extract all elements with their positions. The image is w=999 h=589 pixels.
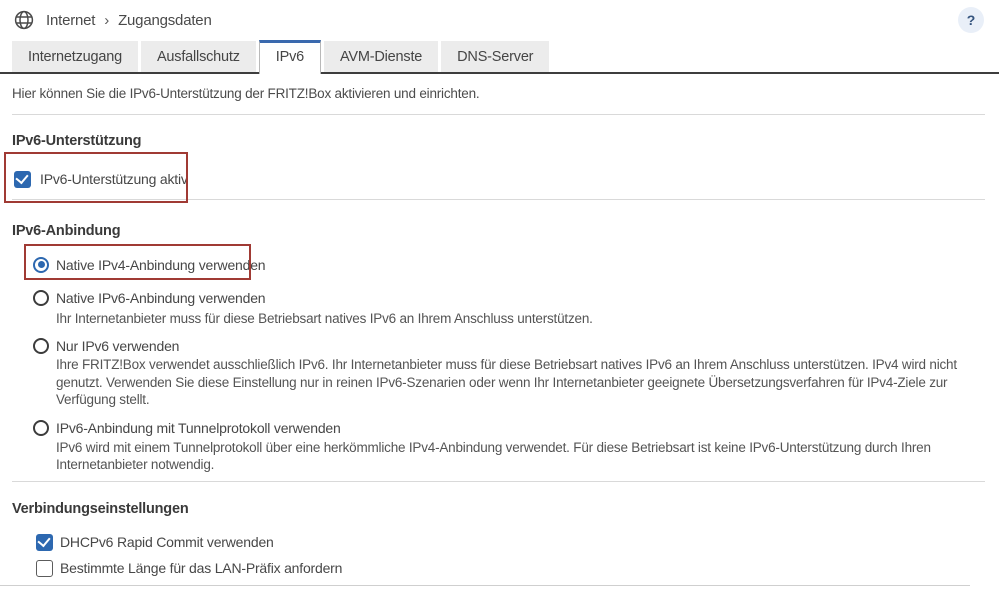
- breadcrumb-internet[interactable]: Internet: [46, 12, 95, 29]
- section-title-connection-settings: Verbindungseinstellungen: [12, 501, 189, 518]
- tunnel-description: IPv6 wird mit einem Tunnelprotokoll über…: [56, 439, 931, 473]
- content-area: Hier können Sie die IPv6-Unterstützung d…: [0, 85, 999, 589]
- lan-prefix-length-checkbox[interactable]: [36, 559, 53, 577]
- tunnel-radio[interactable]: [33, 420, 49, 437]
- native-ipv4-radio-label[interactable]: Native IPv4-Anbindung verwenden: [56, 257, 266, 273]
- ipv6-active-checkbox-row[interactable]: IPv6-Unterstützung aktiv: [14, 170, 985, 188]
- help-button[interactable]: ?: [958, 7, 984, 33]
- tunnel-radio-label[interactable]: IPv6-Anbindung mit Tunnelprotokoll verwe…: [56, 420, 341, 436]
- breadcrumb-zugangsdaten[interactable]: Zugangsdaten: [118, 12, 212, 29]
- lan-prefix-length-label[interactable]: Bestimmte Länge für das LAN-Präfix anfor…: [60, 560, 342, 576]
- radio-row-native-ipv4[interactable]: Native IPv4-Anbindung verwenden: [33, 256, 985, 273]
- native-ipv4-radio[interactable]: [33, 256, 49, 273]
- ipv6-active-checkbox-label[interactable]: IPv6-Unterstützung aktiv: [40, 171, 188, 187]
- intro-text: Hier können Sie die IPv6-Unterstützung d…: [12, 86, 480, 101]
- tab-avm-dienste[interactable]: AVM-Dienste: [324, 41, 439, 72]
- tab-internetzugang[interactable]: Internetzugang: [12, 41, 138, 72]
- section-ipv6-support: IPv6-Unterstützung IPv6-Unterstützung ak…: [12, 134, 985, 188]
- breadcrumb: Internet › Zugangsdaten: [46, 12, 212, 29]
- breadcrumb-separator-icon: ›: [104, 11, 110, 29]
- native-ipv6-radio-label[interactable]: Native IPv6-Anbindung verwenden: [56, 290, 266, 306]
- dhcpv6-rapid-commit-label[interactable]: DHCPv6 Rapid Commit verwenden: [60, 534, 274, 550]
- divider: [12, 199, 985, 200]
- native-ipv6-description: Ihr Internetanbieter muss für diese Betr…: [56, 311, 593, 326]
- fritzbox-settings-page: Internet › Zugangsdaten ? Internetzugang…: [0, 0, 999, 589]
- divider: [12, 114, 985, 115]
- divider: [12, 481, 985, 483]
- globe-icon: [14, 10, 34, 30]
- radio-row-only-ipv6[interactable]: Nur IPv6 verwenden: [33, 337, 985, 354]
- ipv6-active-checkbox[interactable]: [14, 170, 31, 188]
- only-ipv6-description: Ihre FRITZ!Box verwendet ausschließlich …: [56, 357, 957, 408]
- dhcpv6-rapid-commit-checkbox[interactable]: [36, 533, 53, 551]
- breadcrumb-bar: Internet › Zugangsdaten ?: [0, 0, 999, 40]
- native-ipv6-radio[interactable]: [33, 289, 49, 306]
- radio-row-tunnel[interactable]: IPv6-Anbindung mit Tunnelprotokoll verwe…: [33, 420, 985, 437]
- section-title-ipv6-connection: IPv6-Anbindung: [12, 223, 121, 239]
- lan-prefix-length-row[interactable]: Bestimmte Länge für das LAN-Präfix anfor…: [36, 559, 985, 577]
- radio-row-native-ipv6[interactable]: Native IPv6-Anbindung verwenden: [33, 289, 985, 306]
- section-title-ipv6-support: IPv6-Unterstützung: [12, 133, 142, 149]
- only-ipv6-radio-label[interactable]: Nur IPv6 verwenden: [56, 338, 179, 354]
- section-connection-settings: Verbindungseinstellungen DHCPv6 Rapid Co…: [12, 502, 985, 589]
- tab-dns-server[interactable]: DNS-Server: [441, 41, 550, 72]
- tab-ipv6[interactable]: IPv6: [258, 40, 322, 74]
- tab-ausfallschutz[interactable]: Ausfallschutz: [140, 41, 256, 72]
- dhcpv6-rapid-commit-row[interactable]: DHCPv6 Rapid Commit verwenden: [36, 533, 985, 551]
- divider: [0, 585, 970, 586]
- tab-bar: Internetzugang Ausfallschutz IPv6 AVM-Di…: [0, 40, 999, 74]
- only-ipv6-radio[interactable]: [33, 337, 49, 354]
- section-ipv6-connection: IPv6-Anbindung Native IPv4-Anbindung ver…: [12, 224, 985, 473]
